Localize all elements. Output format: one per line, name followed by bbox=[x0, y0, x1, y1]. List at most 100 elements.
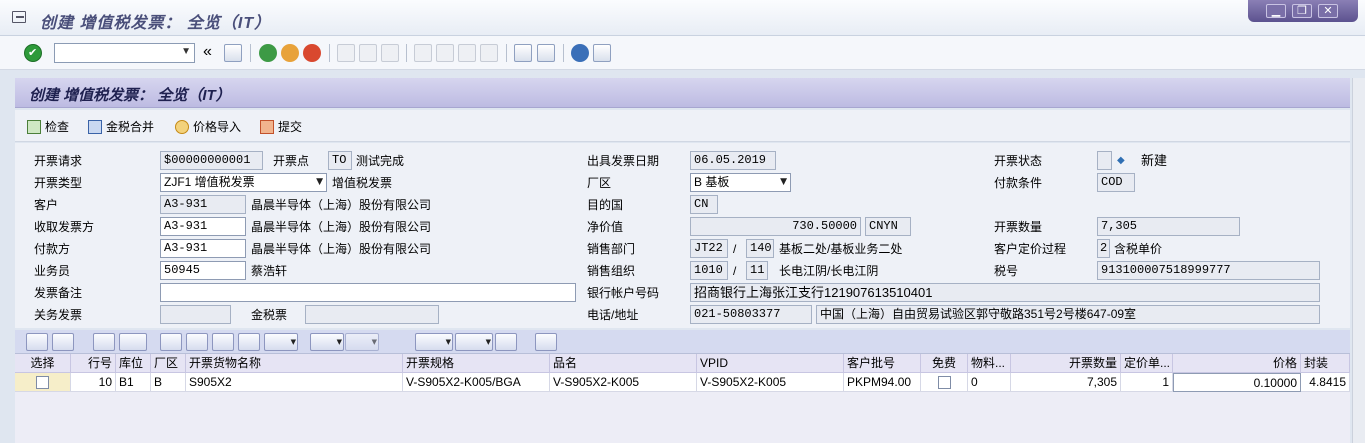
issue-date-label: 出具发票日期 bbox=[587, 154, 660, 168]
status-desc: 新建 bbox=[1141, 153, 1168, 168]
new-session-icon[interactable] bbox=[514, 44, 532, 62]
column-header[interactable]: 开票货物名称 bbox=[186, 354, 403, 373]
submit-button[interactable]: 提交 bbox=[260, 118, 302, 136]
column-header[interactable]: 选择 bbox=[15, 354, 71, 373]
column-header[interactable]: 价格 bbox=[1173, 354, 1301, 373]
help-icon[interactable] bbox=[571, 44, 589, 62]
bank-account-label: 银行帐户号码 bbox=[587, 286, 660, 300]
payment-terms-field[interactable]: COD bbox=[1097, 173, 1135, 192]
sales-org-label: 销售组织 bbox=[587, 264, 636, 278]
collapse-chevron-icon[interactable]: « bbox=[203, 44, 221, 62]
find-icon[interactable] bbox=[119, 333, 147, 351]
next-page-icon[interactable] bbox=[458, 44, 476, 62]
bank-account-field[interactable]: 招商银行上海张江支行121907613510401 bbox=[690, 283, 1320, 302]
exit-icon[interactable] bbox=[281, 44, 299, 62]
address-field[interactable]: 中国（上海）自由贸易试验区郭守敬路351号2号楼647-09室 bbox=[816, 305, 1320, 324]
tax-no-field[interactable]: 913100007518999777 bbox=[1097, 261, 1320, 280]
chevron-down-icon[interactable]: ▼ bbox=[181, 46, 191, 57]
price-import-button[interactable]: 价格导入 bbox=[175, 118, 241, 136]
table-cell[interactable]: S905X2 bbox=[186, 373, 403, 392]
column-header[interactable]: 定价单... bbox=[1121, 354, 1173, 373]
free-cell bbox=[921, 373, 968, 392]
distribution-channel-field[interactable]: 11 bbox=[746, 261, 768, 280]
row-checkbox[interactable] bbox=[36, 376, 49, 389]
free-checkbox[interactable] bbox=[938, 376, 951, 389]
customs-invoice-label: 关务发票 bbox=[34, 308, 83, 322]
filter-icon[interactable] bbox=[264, 333, 298, 351]
find-next-icon[interactable] bbox=[381, 44, 399, 62]
vertical-scrollbar[interactable] bbox=[1352, 78, 1365, 443]
phone-address-label: 电话/地址 bbox=[587, 308, 639, 322]
first-page-icon[interactable] bbox=[414, 44, 432, 62]
bill-to-field[interactable]: A3-931 bbox=[160, 217, 246, 236]
payer-field[interactable]: A3-931 bbox=[160, 239, 246, 258]
plant-select[interactable]: B 基板 bbox=[690, 173, 791, 192]
sales-group-field[interactable]: 140 bbox=[746, 239, 774, 258]
net-value-field[interactable]: 730.50000 bbox=[690, 217, 861, 236]
select-all-icon[interactable] bbox=[52, 333, 74, 351]
find-icon[interactable] bbox=[359, 44, 377, 62]
block-select-icon[interactable] bbox=[93, 333, 115, 351]
sales-office-field[interactable]: JT22 bbox=[690, 239, 728, 258]
sales-org-field[interactable]: 1010 bbox=[690, 261, 728, 280]
column-header[interactable]: VPID bbox=[697, 354, 844, 373]
sum-icon[interactable] bbox=[310, 333, 344, 351]
find-next-icon[interactable] bbox=[212, 333, 234, 351]
row-select-cell[interactable] bbox=[15, 373, 71, 392]
column-header[interactable]: 厂区 bbox=[151, 354, 186, 373]
print-icon[interactable] bbox=[337, 44, 355, 62]
column-header[interactable]: 物料... bbox=[968, 354, 1011, 373]
minimize-button[interactable]: ▁ bbox=[1266, 4, 1286, 18]
destination-field[interactable]: CN bbox=[690, 195, 718, 214]
pricing-procedure-field[interactable]: 2 bbox=[1097, 239, 1110, 258]
merge-tax-button[interactable]: 金税合并 bbox=[88, 118, 154, 136]
issue-date-field[interactable]: 06.05.2019 bbox=[690, 151, 776, 170]
gold-tax-invoice-field[interactable] bbox=[305, 305, 439, 324]
invoice-qty-field[interactable]: 7,305 bbox=[1097, 217, 1240, 236]
status-field[interactable] bbox=[1097, 151, 1112, 170]
column-header[interactable]: 封装 bbox=[1301, 354, 1350, 373]
column-header[interactable]: 行号 bbox=[71, 354, 116, 373]
customs-invoice-field[interactable] bbox=[160, 305, 231, 324]
find-in-grid-icon[interactable] bbox=[238, 333, 260, 351]
invoice-request-field[interactable]: $00000000001 bbox=[160, 151, 263, 170]
invoice-type-select[interactable]: ZJF1 增值税发票 bbox=[160, 173, 327, 192]
check-button[interactable]: 检查 bbox=[27, 118, 69, 136]
column-header[interactable]: 开票规格 bbox=[403, 354, 550, 373]
customize-layout-icon[interactable] bbox=[593, 44, 611, 62]
print-preview-icon[interactable] bbox=[415, 333, 453, 351]
column-header[interactable]: 免费 bbox=[921, 354, 968, 373]
currency-field[interactable]: CNYN bbox=[865, 217, 911, 236]
sort-ascending-icon[interactable] bbox=[160, 333, 182, 351]
last-page-icon[interactable] bbox=[480, 44, 498, 62]
details-icon[interactable] bbox=[26, 333, 48, 351]
column-header[interactable]: 品名 bbox=[550, 354, 697, 373]
subtotal-icon[interactable] bbox=[345, 333, 379, 351]
command-field[interactable]: ▼ bbox=[54, 43, 195, 63]
previous-page-icon[interactable] bbox=[436, 44, 454, 62]
cancel-icon[interactable] bbox=[303, 44, 321, 62]
shortcut-icon[interactable] bbox=[537, 44, 555, 62]
restore-button[interactable]: ❐ bbox=[1292, 4, 1312, 18]
close-button[interactable]: ✕ bbox=[1318, 4, 1338, 18]
bill-to-label: 收取发票方 bbox=[34, 220, 95, 234]
phone-field[interactable]: 021-50803377 bbox=[690, 305, 812, 324]
sort-descending-icon[interactable] bbox=[186, 333, 208, 351]
customer-field[interactable]: A3-931 bbox=[160, 195, 246, 214]
back-icon[interactable] bbox=[259, 44, 277, 62]
invoice-point-field[interactable]: TO bbox=[328, 151, 352, 170]
window-menu-icon[interactable] bbox=[12, 11, 26, 23]
column-header[interactable]: 客户批号 bbox=[844, 354, 921, 373]
salesperson-field[interactable]: 50945 bbox=[160, 261, 246, 280]
save-icon[interactable] bbox=[224, 44, 242, 62]
price-input-cell[interactable]: 0.10000 bbox=[1173, 373, 1301, 392]
info-icon[interactable] bbox=[535, 333, 557, 351]
invoice-type-value: ZJF1 增值税发票 bbox=[164, 175, 255, 189]
remark-field[interactable] bbox=[160, 283, 576, 302]
enter-check-icon[interactable] bbox=[24, 44, 42, 62]
column-header[interactable]: 库位 bbox=[116, 354, 151, 373]
column-header[interactable]: 开票数量 bbox=[1011, 354, 1121, 373]
export-icon[interactable] bbox=[455, 333, 493, 351]
table-cell[interactable]: V-S905X2-K005/BGA bbox=[403, 373, 550, 392]
layout-icon[interactable] bbox=[495, 333, 517, 351]
